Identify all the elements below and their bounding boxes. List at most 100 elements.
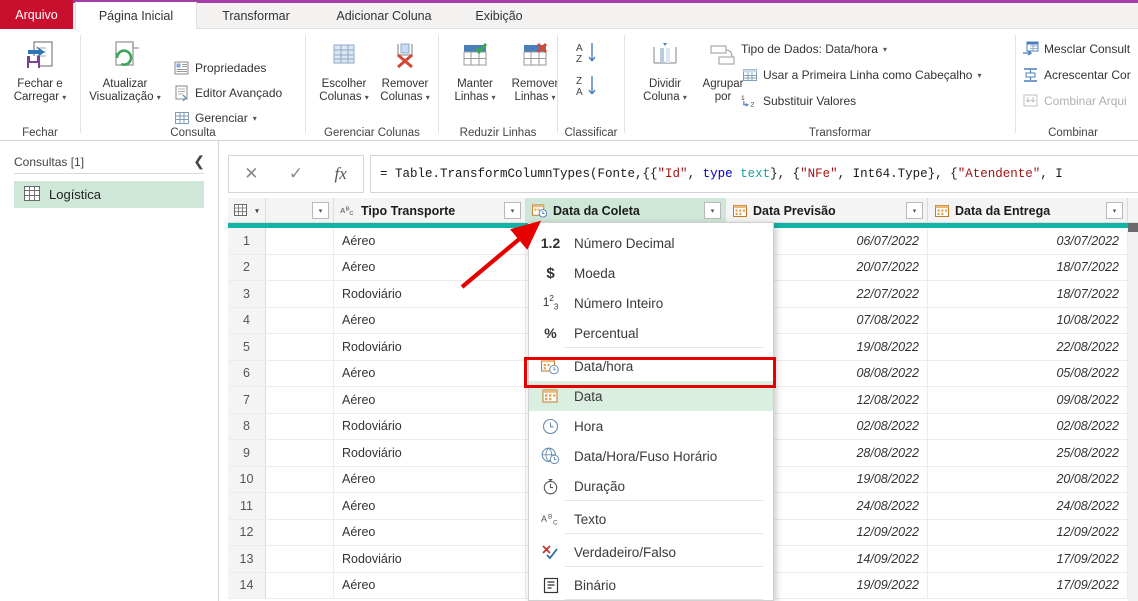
tipo-de-dados-caret[interactable]: ▾	[883, 45, 887, 54]
cell-tipo[interactable]: Aéreo	[334, 387, 526, 413]
header-data-da-entrega[interactable]: Data da Entrega	[928, 198, 1128, 223]
row-number[interactable]: 2	[228, 254, 266, 280]
cell-entrega[interactable]: 25/08/2022	[928, 440, 1128, 466]
cell-blank[interactable]	[266, 546, 334, 572]
row-number[interactable]: 6	[228, 360, 266, 386]
menu-item-dura-o[interactable]: Duração	[529, 471, 773, 501]
cell-entrega[interactable]: 05/08/2022	[928, 360, 1128, 386]
row-number[interactable]: 8	[228, 413, 266, 439]
editor-avancado-button[interactable]: Editor Avançado	[173, 82, 282, 104]
menu-item-bin-rio[interactable]: Binário	[529, 570, 773, 600]
substituir-valores-button[interactable]: 1 2 Substituir Valores	[741, 90, 856, 112]
filter-data-da-coleta[interactable]: ▾	[704, 202, 721, 219]
menu-item-data-hora[interactable]: Data/hora	[529, 351, 773, 381]
filter-data-previsao[interactable]: ▾	[906, 202, 923, 219]
cell-tipo[interactable]: Aéreo	[334, 254, 526, 280]
usar-primeira-linha-cabecalho-button[interactable]: Usar a Primeira Linha como Cabeçalho ▾	[741, 64, 981, 86]
cell-entrega[interactable]: 17/09/2022	[928, 572, 1128, 598]
filter-data-da-entrega[interactable]: ▾	[1106, 202, 1123, 219]
cell-blank[interactable]	[266, 466, 334, 492]
usar-primeira-linha-caret[interactable]: ▾	[977, 71, 981, 80]
tipo-de-dados-button[interactable]: Tipo de Dados: Data/hora ▾	[741, 38, 887, 60]
cell-blank[interactable]	[266, 307, 334, 333]
cell-blank[interactable]	[266, 440, 334, 466]
select-all-corner[interactable]: ▾	[228, 198, 266, 223]
header-data-da-coleta[interactable]: Data da Coleta	[526, 198, 726, 223]
cell-blank[interactable]	[266, 519, 334, 545]
cell-entrega[interactable]: 18/07/2022	[928, 281, 1128, 307]
cell-tipo[interactable]: Aéreo	[334, 572, 526, 598]
menu-item-data-hora-fuso-hor-rio[interactable]: Data/Hora/Fuso Horário	[529, 441, 773, 471]
cell-tipo[interactable]: Aéreo	[334, 307, 526, 333]
row-number[interactable]: 11	[228, 493, 266, 519]
cell-tipo[interactable]: Aéreo	[334, 493, 526, 519]
row-number[interactable]: 13	[228, 546, 266, 572]
row-number[interactable]: 9	[228, 440, 266, 466]
tab-pagina-inicial[interactable]: Página Inicial	[75, 2, 197, 29]
cell-tipo[interactable]: Aéreo	[334, 360, 526, 386]
cell-entrega[interactable]: 18/07/2022	[928, 254, 1128, 280]
cell-blank[interactable]	[266, 413, 334, 439]
cell-entrega[interactable]: 02/08/2022	[928, 413, 1128, 439]
insert-step-icon[interactable]: fx	[318, 164, 363, 184]
menu-item-percentual[interactable]: % Percentual	[529, 318, 773, 348]
row-number[interactable]: 14	[228, 572, 266, 598]
acrescentar-consultas-button[interactable]: Acrescentar Cor	[1022, 64, 1131, 86]
header-data-previsao[interactable]: Data Previsão	[726, 198, 928, 223]
row-number[interactable]: 7	[228, 387, 266, 413]
collapse-sidebar-icon[interactable]: ❮	[193, 153, 205, 170]
menu-item-moeda[interactable]: $ Moeda	[529, 258, 773, 288]
sort-descending-button[interactable]: Z A	[574, 74, 606, 105]
cell-blank[interactable]	[266, 493, 334, 519]
propriedades-button[interactable]: Propriedades	[173, 57, 266, 79]
cell-entrega[interactable]: 22/08/2022	[928, 334, 1128, 360]
row-number[interactable]: 10	[228, 466, 266, 492]
filter-tipo-transporte[interactable]: ▾	[504, 202, 521, 219]
remover-colunas-button[interactable]: Remover Colunas ▾	[369, 34, 441, 104]
menu-item-verdadeiro-falso[interactable]: Verdadeiro/Falso	[529, 537, 773, 567]
data-type-dropdown-menu[interactable]: 1.2 Número Decimal $ Moeda 123 Número Inteiro…	[528, 222, 774, 601]
menu-item-n-mero-decimal[interactable]: 1.2 Número Decimal	[529, 228, 773, 258]
tab-arquivo[interactable]: Arquivo	[0, 0, 73, 29]
cell-tipo[interactable]: Aéreo	[334, 519, 526, 545]
cell-entrega[interactable]: 12/09/2022	[928, 519, 1128, 545]
gerenciar-caret[interactable]: ▾	[253, 114, 257, 123]
atualizar-visualizacao-button[interactable]: Atualizar Visualização ▾	[89, 34, 161, 104]
cell-entrega[interactable]: 03/07/2022	[928, 228, 1128, 254]
menu-item-data[interactable]: Data	[529, 381, 773, 411]
row-number[interactable]: 5	[228, 334, 266, 360]
mesclar-consultas-button[interactable]: Mesclar Consult	[1022, 38, 1130, 60]
cell-tipo[interactable]: Rodoviário	[334, 413, 526, 439]
cell-tipo[interactable]: Rodoviário	[334, 281, 526, 307]
sidebar-item-logistica[interactable]: Logística	[14, 181, 204, 208]
cell-tipo[interactable]: Aéreo	[334, 228, 526, 254]
cell-blank[interactable]	[266, 254, 334, 280]
cell-tipo[interactable]: Rodoviário	[334, 334, 526, 360]
cell-entrega[interactable]: 20/08/2022	[928, 466, 1128, 492]
formula-input[interactable]: = Table.TransformColumnTypes(Fonte,{{"Id…	[370, 155, 1138, 193]
cancel-formula-icon[interactable]: ✕	[229, 164, 274, 184]
row-number[interactable]: 1	[228, 228, 266, 254]
cell-blank[interactable]	[266, 387, 334, 413]
row-number[interactable]: 3	[228, 281, 266, 307]
row-number[interactable]: 4	[228, 307, 266, 333]
menu-item-n-mero-inteiro[interactable]: 123 Número Inteiro	[529, 288, 773, 318]
cell-entrega[interactable]: 10/08/2022	[928, 307, 1128, 333]
menu-item-texto[interactable]: A B C Texto	[529, 504, 773, 534]
menu-item-hora[interactable]: Hora	[529, 411, 773, 441]
cell-tipo[interactable]: Aéreo	[334, 466, 526, 492]
tab-transformar[interactable]: Transformar	[197, 3, 315, 29]
sort-ascending-button[interactable]: A Z	[574, 41, 606, 72]
header-tipo-transporte[interactable]: A B C Tipo Transporte	[334, 198, 526, 223]
gerenciar-button[interactable]: Gerenciar ▾	[173, 107, 257, 129]
cell-entrega[interactable]: 09/08/2022	[928, 387, 1128, 413]
cell-tipo[interactable]: Rodoviário	[334, 546, 526, 572]
fechar-e-carregar-button[interactable]: Fechar e Carregar ▾	[4, 34, 76, 104]
vertical-scrollbar[interactable]	[1128, 223, 1138, 601]
cell-tipo[interactable]: Rodoviário	[334, 440, 526, 466]
cell-blank[interactable]	[266, 228, 334, 254]
cell-entrega[interactable]: 24/08/2022	[928, 493, 1128, 519]
accept-formula-icon[interactable]: ✓	[274, 164, 319, 184]
cell-blank[interactable]	[266, 360, 334, 386]
tab-adicionar-coluna[interactable]: Adicionar Coluna	[315, 3, 453, 29]
